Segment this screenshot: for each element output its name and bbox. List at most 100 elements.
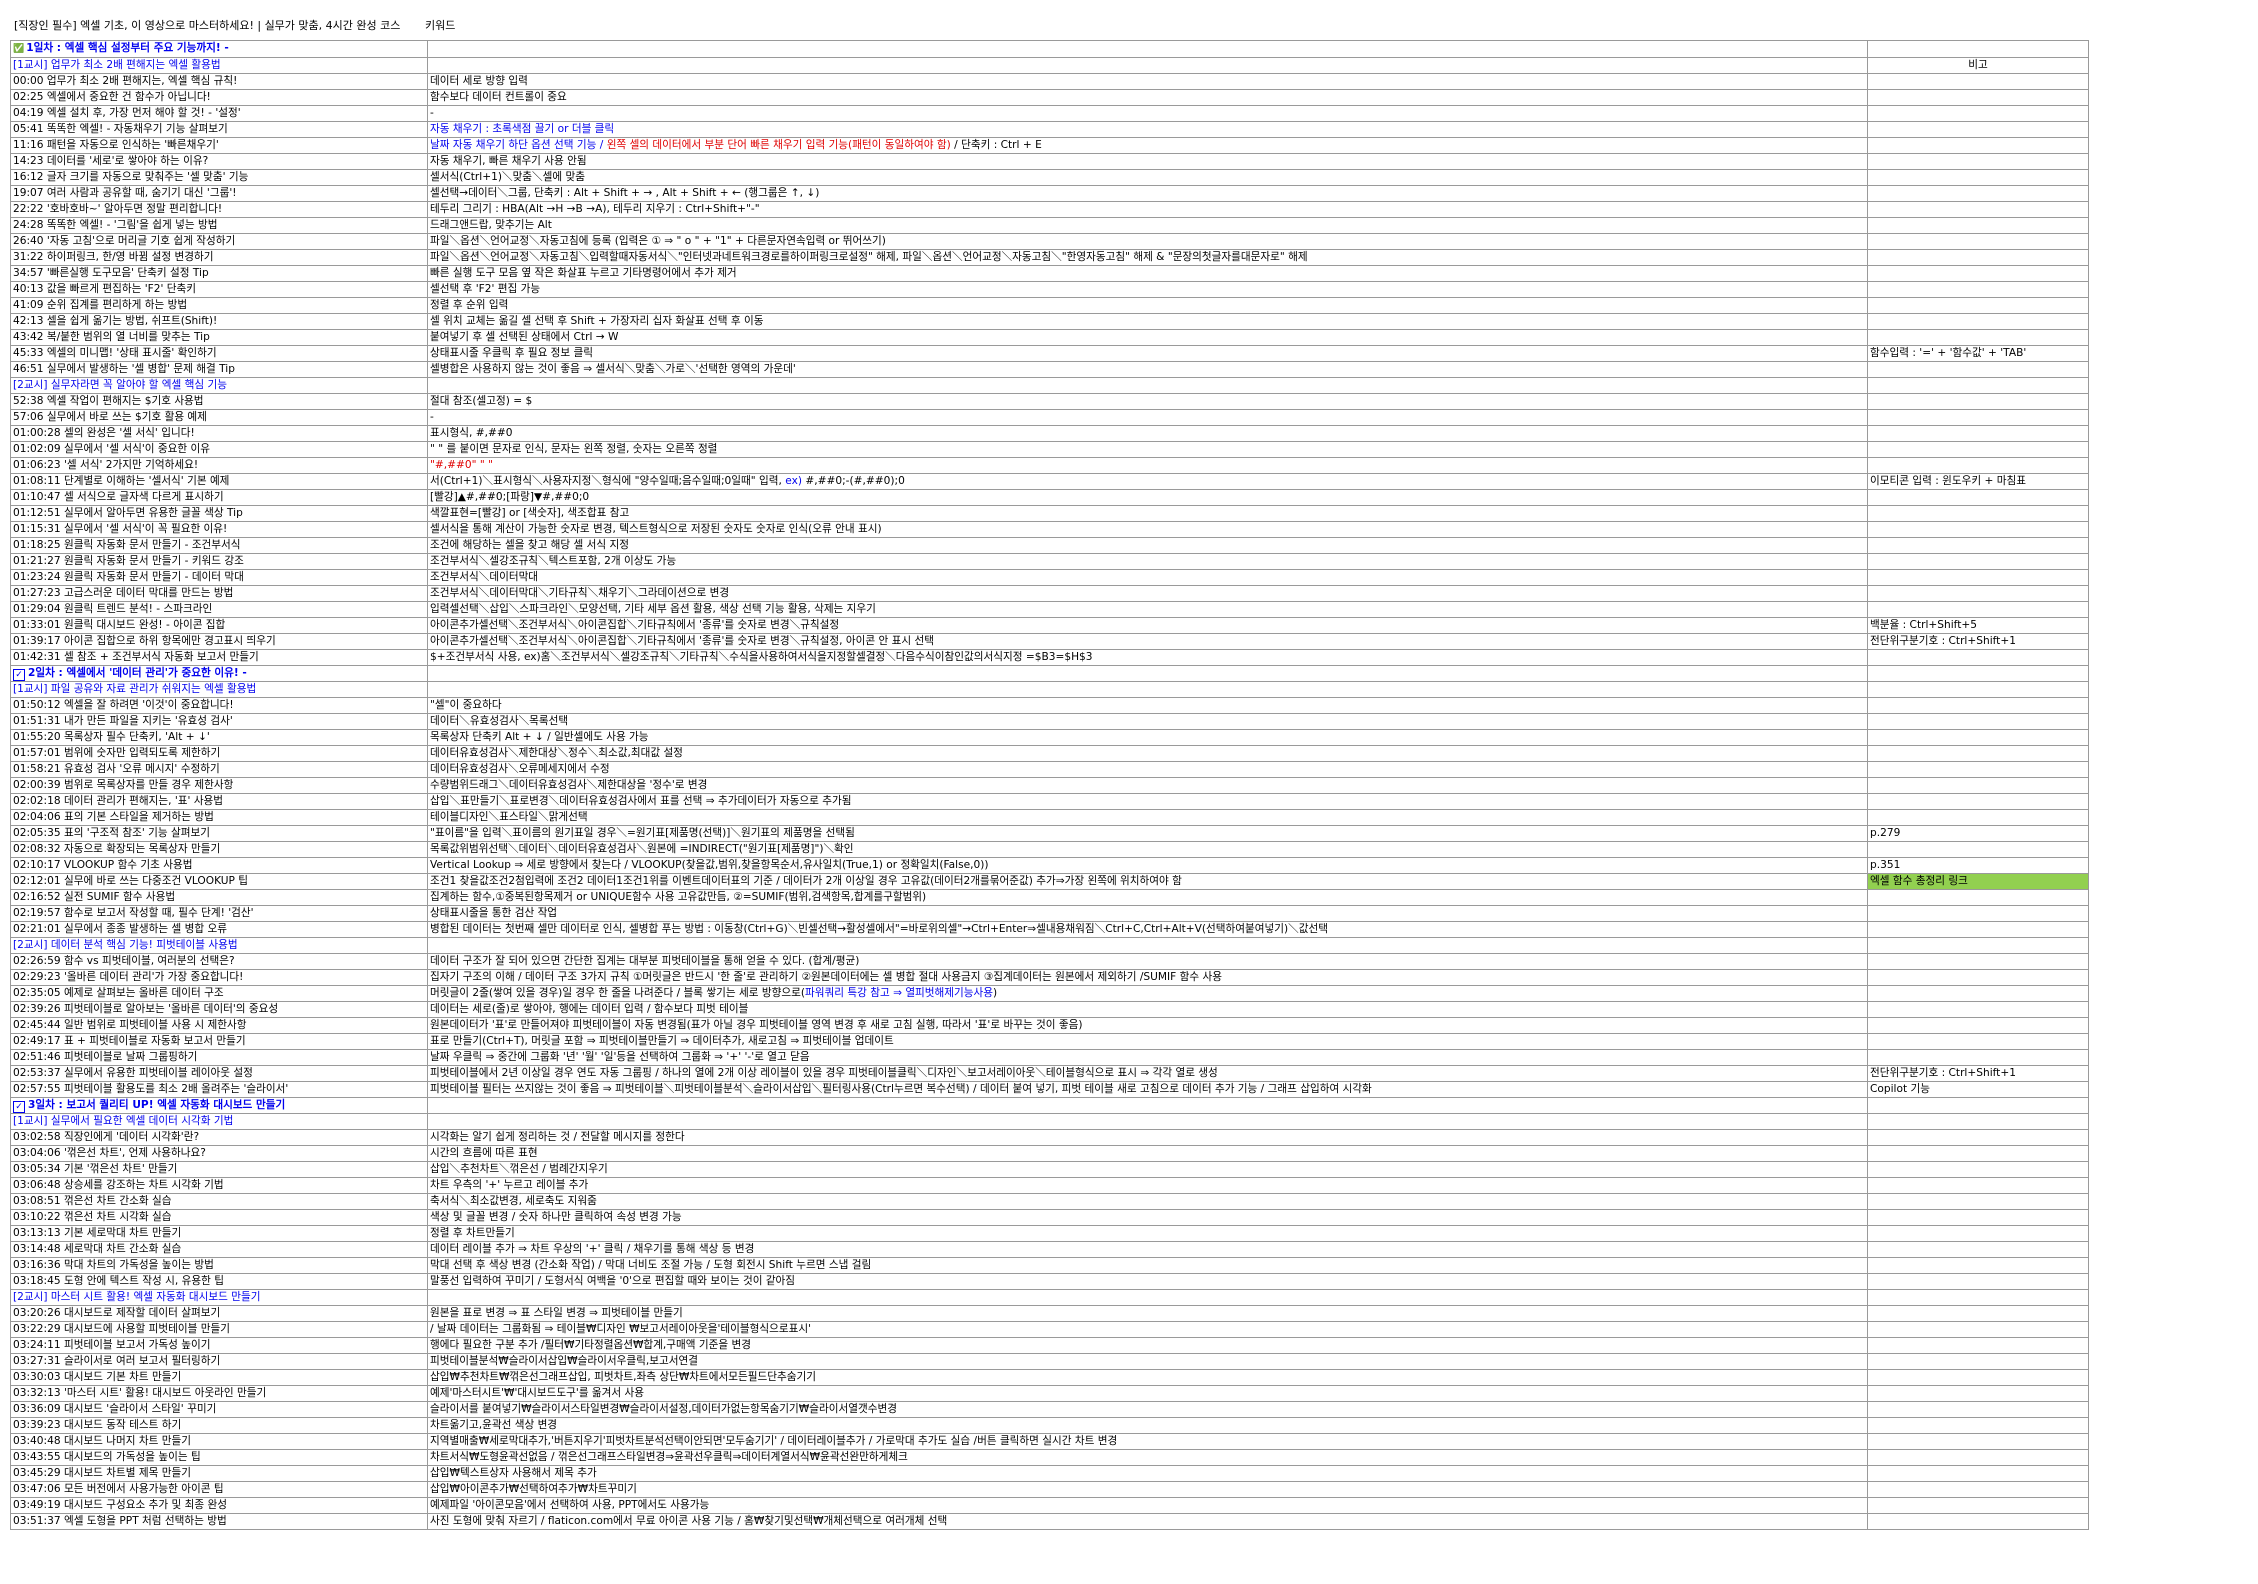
cell-keyword[interactable]: 차트옮기고,윤곽선 색상 변경 xyxy=(427,1417,1868,1434)
cell-keyword[interactable] xyxy=(427,57,1868,74)
cell-remark[interactable] xyxy=(1867,985,2089,1002)
cell-keyword[interactable] xyxy=(427,665,1868,682)
cell-keyword[interactable]: 머릿글이 2줄(쌓여 있을 경우)일 경우 한 줄을 나려준다 / 블록 쌓기는… xyxy=(427,985,1868,1002)
cell-keyword[interactable] xyxy=(427,681,1868,698)
cell-remark[interactable] xyxy=(1867,1209,2089,1226)
cell-remark[interactable] xyxy=(1867,1017,2089,1034)
cell-timestamp-topic[interactable]: 02:08:32 자동으로 확장되는 목록상자 만들기 xyxy=(10,841,428,858)
cell-timestamp-topic[interactable]: 03:49:19 대시보드 구성요소 추가 및 최종 완성 xyxy=(10,1497,428,1514)
cell-remark[interactable] xyxy=(1867,681,2089,698)
cell-remark[interactable]: 전단위구분기호 : Ctrl+Shift+1 xyxy=(1867,1065,2089,1082)
cell-keyword[interactable]: 삽입₩아이콘추가₩선택하여추가₩차트꾸미기 xyxy=(427,1481,1868,1498)
cell-timestamp-topic[interactable]: 03:22:29 대시보드에 사용할 피벗테이블 만들기 xyxy=(10,1321,428,1338)
cell-remark[interactable] xyxy=(1867,313,2089,330)
cell-keyword[interactable]: 아이콘추가셀선택＼조건부서식＼아이콘집합＼기타규칙에서 '종류'를 숫자로 변경… xyxy=(427,633,1868,650)
cell-remark[interactable] xyxy=(1867,745,2089,762)
cell-remark[interactable] xyxy=(1867,713,2089,730)
cell-remark[interactable] xyxy=(1867,201,2089,218)
cell-keyword[interactable] xyxy=(427,1097,1868,1114)
cell-keyword[interactable]: 시각화는 알기 쉽게 정리하는 것 / 전달할 메시지를 정한다 xyxy=(427,1129,1868,1146)
cell-remark[interactable] xyxy=(1867,761,2089,778)
cell-keyword[interactable]: 조건부서식＼셀강조규칙＼텍스트포함, 2개 이상도 가능 xyxy=(427,553,1868,570)
cell-keyword[interactable]: 파일＼옵션＼언어교정＼자동고침＼입력할때자동서식＼"인터넷과네트워크경로를하이퍼… xyxy=(427,249,1868,266)
cell-timestamp-topic[interactable]: 05:41 똑똑한 엑셀! - 자동채우기 기능 살펴보기 xyxy=(10,121,428,138)
cell-remark[interactable] xyxy=(1867,233,2089,250)
cell-keyword[interactable]: "셀"이 중요하다 xyxy=(427,697,1868,714)
cell-timestamp-topic[interactable]: 03:30:03 대시보드 기본 차트 만들기 xyxy=(10,1369,428,1386)
cell-remark[interactable] xyxy=(1867,553,2089,570)
cell-keyword[interactable]: 데이터 구조가 잘 되어 있으면 간단한 집계는 대부분 피벗테이블을 통해 얻… xyxy=(427,953,1868,970)
cell-keyword[interactable] xyxy=(427,937,1868,954)
cell-timestamp-topic[interactable]: 03:45:29 대시보드 차트별 제목 만들기 xyxy=(10,1465,428,1482)
cell-remark[interactable] xyxy=(1867,297,2089,314)
cell-timestamp-topic[interactable]: 01:27:23 고급스러운 데이터 막대를 만드는 방법 xyxy=(10,585,428,602)
cell-remark[interactable] xyxy=(1867,89,2089,106)
cell-remark[interactable]: 이모티콘 입력 : 윈도우키 + 마침표 xyxy=(1867,473,2089,490)
cell-remark[interactable] xyxy=(1867,1129,2089,1146)
cell-timestamp-topic[interactable]: 01:08:11 단계별로 이해하는 '셀서식' 기본 예제 xyxy=(10,473,428,490)
cell-keyword[interactable]: 파일＼옵션＼언어교정＼자동고침에 등록 (입력은 ① ⇒ " o " + "1"… xyxy=(427,233,1868,250)
cell-keyword[interactable]: 테이블디자인＼표스타일＼맑게선택 xyxy=(427,809,1868,826)
cell-remark[interactable] xyxy=(1867,169,2089,186)
cell-timestamp-topic[interactable]: 01:42:31 셀 참조 + 조건부서식 자동화 보고서 만들기 xyxy=(10,649,428,666)
cell-keyword[interactable]: "#,##0" " " xyxy=(427,457,1868,474)
cell-keyword[interactable]: 서(Ctrl+1)＼표시형식＼사용자지정＼형식에 "양수일때;음수일때;0일때"… xyxy=(427,473,1868,490)
cell-remark[interactable] xyxy=(1867,409,2089,426)
cell-keyword[interactable]: 슬라이서를 붙여넣기₩슬라이서스타일변경₩슬라이서설정,데이터가없는항목숨기기₩… xyxy=(427,1401,1868,1418)
cell-timestamp-topic[interactable]: 01:29:04 원클릭 트렌드 분석! - 스파크라인 xyxy=(10,601,428,618)
cell-keyword[interactable]: 원본데이터가 '표'로 만들어져야 피벗테이블이 자동 변경됨(표가 아닐 경우… xyxy=(427,1017,1868,1034)
cell-timestamp-topic[interactable]: 03:04:06 '꺾은선 차트', 언제 사용하나요? xyxy=(10,1145,428,1162)
cell-keyword[interactable]: 드래그앤드랍, 맞추기는 Alt xyxy=(427,217,1868,234)
cell-keyword[interactable] xyxy=(427,40,1868,58)
cell-timestamp-topic[interactable]: 03:05:34 기본 '꺾은선 차트' 만들기 xyxy=(10,1161,428,1178)
cell-timestamp-topic[interactable]: 01:12:51 실무에서 알아두면 유용한 글꼴 색상 Tip xyxy=(10,505,428,522)
cell-remark[interactable] xyxy=(1867,1417,2089,1434)
cell-remark[interactable] xyxy=(1867,265,2089,282)
cell-keyword[interactable]: 셀서식(Ctrl+1)＼맞춤＼셀에 맞춤 xyxy=(427,169,1868,186)
cell-keyword[interactable]: 지역별매출₩세로막대추가,'버튼지우기'피벗차트분석선택이안되면'모두숨기기' … xyxy=(427,1433,1868,1450)
cell-keyword[interactable]: 셀 위치 교체는 옮길 셀 선택 후 Shift + 가장자리 십자 화살표 선… xyxy=(427,313,1868,330)
cell-remark[interactable] xyxy=(1867,969,2089,986)
cell-keyword[interactable]: 조건1 찾을값조건2첨입력에 조건2 데이터1조건1위를 이벤트데이터표의 기준… xyxy=(427,873,1868,890)
cell-remark[interactable] xyxy=(1867,121,2089,138)
cell-timestamp-topic[interactable]: 40:13 값을 빠르게 편집하는 'F2' 단축키 xyxy=(10,281,428,298)
cell-timestamp-topic[interactable]: 26:40 '자동 고침'으로 머리글 기호 쉽게 작성하기 xyxy=(10,233,428,250)
cell-keyword[interactable]: 정렬 후 순위 입력 xyxy=(427,297,1868,314)
cell-keyword[interactable]: 원본을 표로 변경 ⇒ 표 스타일 변경 ⇒ 피벗테이블 만들기 xyxy=(427,1305,1868,1322)
cell-keyword[interactable]: - xyxy=(427,409,1868,426)
cell-timestamp-topic[interactable]: 03:51:37 엑셀 도형을 PPT 처럼 선택하는 방법 xyxy=(10,1513,428,1530)
cell-remark[interactable] xyxy=(1867,1465,2089,1482)
cell-timestamp-topic[interactable]: 02:29:23 '올바른 데이터 관리'가 가장 중요합니다! xyxy=(10,969,428,986)
cell-remark[interactable] xyxy=(1867,1225,2089,1242)
cell-keyword[interactable]: 데이터 세로 방향 입력 xyxy=(427,73,1868,90)
cell-timestamp-topic[interactable]: 03:10:22 꺾은선 차트 시각화 실습 xyxy=(10,1209,428,1226)
cell-remark[interactable] xyxy=(1867,1321,2089,1338)
cell-keyword[interactable]: 축서식＼최소값변경, 세로축도 지워줌 xyxy=(427,1193,1868,1210)
cell-keyword[interactable]: 삽입₩텍스트상자 사용해서 제목 추가 xyxy=(427,1465,1868,1482)
cell-keyword[interactable] xyxy=(427,377,1868,394)
cell-keyword[interactable]: 집계하는 함수,①중복된항목제거 or UNIQUE함수 사용 고유값만듬, ②… xyxy=(427,889,1868,906)
cell-remark[interactable] xyxy=(1867,1289,2089,1306)
cell-remark[interactable] xyxy=(1867,537,2089,554)
cell-timestamp-topic[interactable]: 04:19 엑셀 설치 후, 가장 먼저 해야 할 것! - '설정' xyxy=(10,105,428,122)
cell-remark[interactable] xyxy=(1867,1449,2089,1466)
cell-keyword[interactable]: Vertical Lookup ⇒ 세로 방향에서 찾는다 / VLOOKUP(… xyxy=(427,857,1868,874)
cell-remark[interactable]: 함수입력 : '=' + '함수값' + 'TAB' xyxy=(1867,345,2089,362)
cell-keyword[interactable]: 함수보다 데이터 컨트롤이 중요 xyxy=(427,89,1868,106)
cell-keyword[interactable]: 아이콘추가셀선택＼조건부서식＼아이콘집합＼기타규칙에서 '종류'를 숫자로 변경… xyxy=(427,617,1868,634)
cell-timestamp-topic[interactable]: 03:14:48 세로막대 차트 간소화 실습 xyxy=(10,1241,428,1258)
cell-remark[interactable] xyxy=(1867,329,2089,346)
cell-timestamp-topic[interactable]: ✓ 3일차 : 보고서 퀄리티 UP! 엑셀 자동화 대시보드 만들기 xyxy=(10,1097,428,1114)
cell-remark[interactable] xyxy=(1867,1353,2089,1370)
cell-timestamp-topic[interactable]: 01:33:01 원클릭 대시보드 완성! - 아이콘 집합 xyxy=(10,617,428,634)
cell-timestamp-topic[interactable]: 03:18:45 도형 안에 텍스트 작성 시, 유용한 팁 xyxy=(10,1273,428,1290)
cell-keyword[interactable]: 삽입＼추천차트＼꺾은선 / 범례간지우기 xyxy=(427,1161,1868,1178)
cell-remark[interactable] xyxy=(1867,1305,2089,1322)
cell-keyword[interactable]: 막대 선택 후 색상 변경 (간소화 작업) / 막대 너비도 조절 가능 / … xyxy=(427,1257,1868,1274)
cell-timestamp-topic[interactable]: 02:12:01 실무에 바로 쓰는 다중조건 VLOOKUP 팁 xyxy=(10,873,428,890)
cell-timestamp-topic[interactable]: 01:39:17 아이콘 집합으로 하위 항목에만 경고표시 띄우기 xyxy=(10,633,428,650)
cell-keyword[interactable]: 삽입₩추천차트₩꺾은선그래프삽입, 피벗차트,좌측 상단₩차트에서모든필드단추숨… xyxy=(427,1369,1868,1386)
cell-timestamp-topic[interactable]: 01:21:27 원클릭 자동화 문서 만들기 - 키워드 강조 xyxy=(10,553,428,570)
cell-keyword[interactable]: 수량범위드래그＼데이터유효성검사＼제한대상을 '정수'로 변경 xyxy=(427,777,1868,794)
cell-remark[interactable] xyxy=(1867,649,2089,666)
